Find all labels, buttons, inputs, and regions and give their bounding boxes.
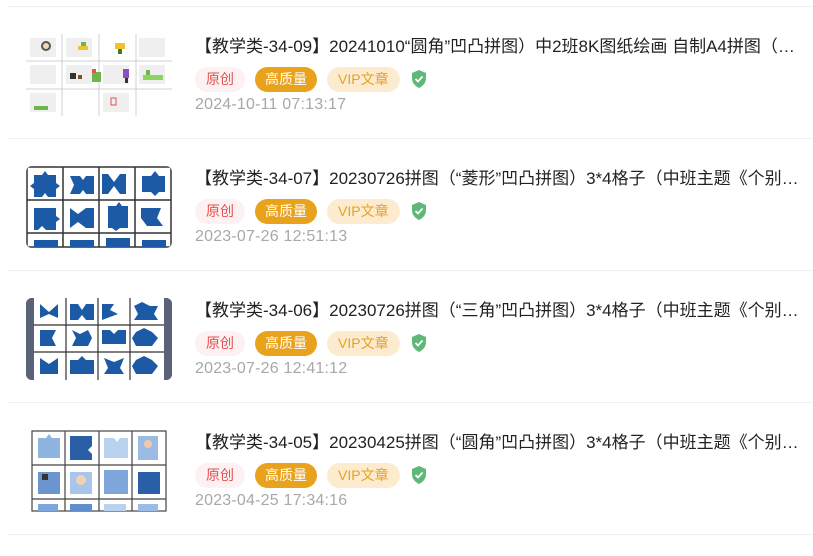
article-tags: 原创 高质量 VIP文章 bbox=[195, 198, 428, 224]
original-tag: 原创 bbox=[195, 198, 245, 224]
vip-article-tag: VIP文章 bbox=[327, 330, 400, 356]
puzzle-blue-thumbnail[interactable] bbox=[26, 166, 172, 248]
puzzle-blue-thumbnail[interactable] bbox=[26, 298, 172, 380]
article-title[interactable]: 【教学类-34-09】20241010“圆角”凹凸拼图）中2班8K图纸绘画 自制… bbox=[195, 36, 805, 58]
article-date: 2023-07-26 12:51:13 bbox=[195, 228, 348, 245]
original-tag: 原创 bbox=[195, 462, 245, 488]
article-tags: 原创 高质量 VIP文章 bbox=[195, 462, 428, 488]
verified-shield-icon bbox=[410, 69, 428, 89]
article-item[interactable]: 【教学类-34-09】20241010“圆角”凹凸拼图）中2班8K图纸绘画 自制… bbox=[0, 6, 813, 138]
article-title[interactable]: 【教学类-34-06】20230726拼图（“三角”凹凸拼图）3*4格子（中班主… bbox=[195, 300, 805, 322]
verified-shield-icon bbox=[410, 465, 428, 485]
verified-shield-icon bbox=[410, 201, 428, 221]
article-tags: 原创 高质量 VIP文章 bbox=[195, 66, 428, 92]
article-tags: 原创 高质量 VIP文章 bbox=[195, 330, 428, 356]
article-item[interactable]: 【教学类-34-07】20230726拼图（“菱形”凹凸拼图）3*4格子（中班主… bbox=[0, 138, 813, 270]
high-quality-tag: 高质量 bbox=[255, 330, 317, 356]
high-quality-tag: 高质量 bbox=[255, 66, 317, 92]
vip-article-tag: VIP文章 bbox=[327, 66, 400, 92]
verified-shield-icon bbox=[410, 333, 428, 353]
article-date: 2024-10-11 07:13:17 bbox=[195, 96, 347, 113]
puzzle-photo-thumbnail[interactable] bbox=[26, 430, 172, 512]
divider bbox=[8, 534, 813, 535]
article-date: 2023-04-25 17:34:16 bbox=[195, 492, 348, 509]
article-title[interactable]: 【教学类-34-07】20230726拼图（“菱形”凹凸拼图）3*4格子（中班主… bbox=[195, 168, 805, 190]
high-quality-tag: 高质量 bbox=[255, 198, 317, 224]
original-tag: 原创 bbox=[195, 330, 245, 356]
article-date: 2023-07-26 12:41:12 bbox=[195, 360, 348, 377]
article-title[interactable]: 【教学类-34-05】20230425拼图（“圆角”凹凸拼图）3*4格子（中班主… bbox=[195, 432, 805, 454]
original-tag: 原创 bbox=[195, 66, 245, 92]
article-item[interactable]: 【教学类-34-06】20230726拼图（“三角”凹凸拼图）3*4格子（中班主… bbox=[0, 270, 813, 402]
article-item[interactable]: 【教学类-34-05】20230425拼图（“圆角”凹凸拼图）3*4格子（中班主… bbox=[0, 402, 813, 534]
high-quality-tag: 高质量 bbox=[255, 462, 317, 488]
puzzle-drawing-thumbnail[interactable] bbox=[26, 34, 172, 116]
vip-article-tag: VIP文章 bbox=[327, 462, 400, 488]
vip-article-tag: VIP文章 bbox=[327, 198, 400, 224]
